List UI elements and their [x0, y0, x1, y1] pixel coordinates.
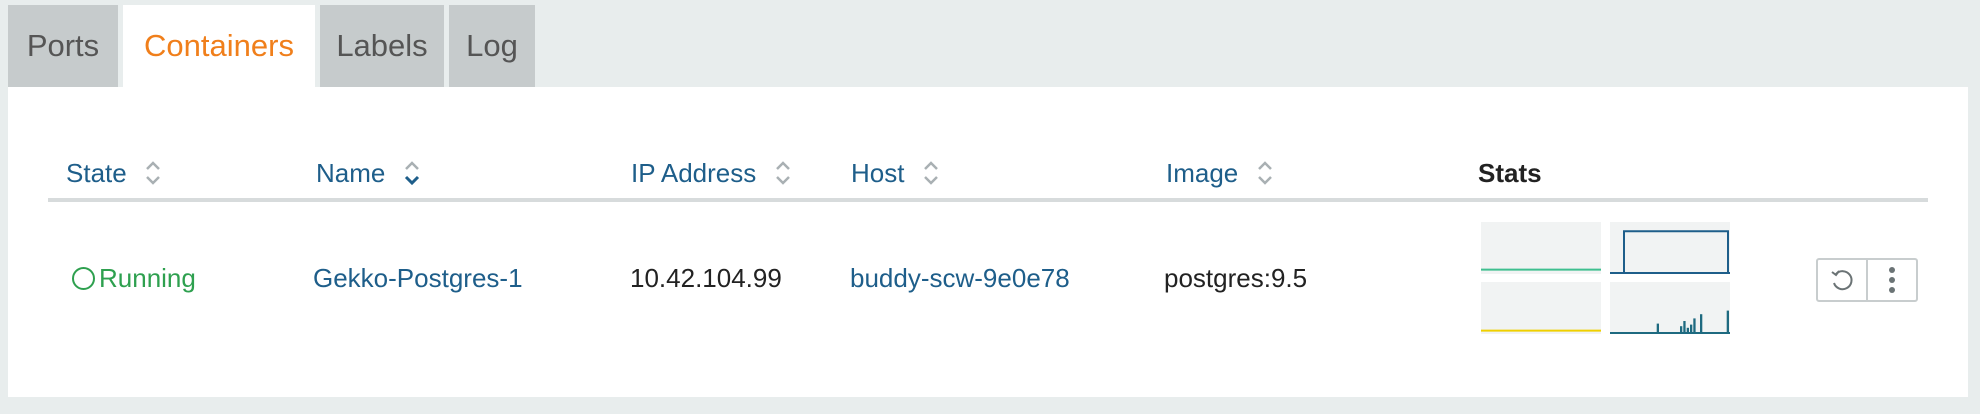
storage-bar	[1656, 323, 1659, 334]
column-header-ip-address[interactable]: IP Address	[631, 151, 792, 191]
tab-ports-label: Ports	[26, 28, 100, 63]
column-header-name[interactable]: Name	[316, 151, 421, 191]
more-actions-button[interactable]	[1866, 260, 1916, 300]
image-value: postgres:9.5	[1164, 263, 1308, 293]
state-cell: Running	[72, 258, 196, 298]
column-header-ip-label: IP Address	[631, 158, 757, 189]
running-status-icon	[72, 266, 95, 290]
container-name-link[interactable]: Gekko-Postgres-1	[313, 258, 523, 298]
storage-bar	[1686, 327, 1689, 334]
sort-icon	[144, 158, 162, 188]
tab-log[interactable]: Log	[449, 5, 535, 87]
containers-panel: State Name IP Address Host Image Stats R	[8, 87, 1968, 397]
column-header-state-label: State	[66, 158, 127, 189]
column-header-stats: Stats	[1478, 151, 1542, 191]
tab-containers[interactable]: Containers	[123, 5, 315, 88]
header-divider	[48, 198, 1928, 202]
tab-labels[interactable]: Labels	[320, 5, 444, 87]
state-label: Running	[99, 263, 196, 293]
sort-icon	[922, 158, 940, 188]
column-header-host[interactable]: Host	[851, 151, 940, 191]
tab-containers-label: Containers	[144, 28, 294, 63]
tab-ports[interactable]: Ports	[8, 5, 118, 87]
kebab-menu-icon	[1889, 267, 1895, 293]
storage-bar	[1700, 314, 1703, 334]
network-sparkline[interactable]	[1481, 282, 1601, 334]
restart-icon	[1831, 270, 1853, 291]
column-header-image-label: Image	[1166, 158, 1239, 189]
restart-button[interactable]	[1818, 260, 1866, 300]
sort-icon	[1256, 158, 1274, 188]
column-header-host-label: Host	[851, 158, 905, 189]
column-header-image[interactable]: Image	[1166, 151, 1274, 191]
ip-address-value: 10.42.104.99	[630, 263, 782, 293]
storage-bar	[1690, 324, 1693, 334]
cpu-sparkline[interactable]	[1481, 222, 1601, 274]
memory-sparkline[interactable]	[1610, 222, 1730, 274]
tab-log-label: Log	[466, 28, 518, 63]
column-header-name-label: Name	[316, 158, 386, 189]
column-header-state[interactable]: State	[66, 151, 162, 191]
storage-bar	[1726, 310, 1729, 334]
storage-bar	[1680, 326, 1683, 334]
tab-labels-label: Labels	[336, 28, 428, 63]
sort-descending-icon	[403, 158, 421, 188]
host-link[interactable]: buddy-scw-9e0e78	[850, 258, 1070, 298]
storage-bar	[1693, 318, 1696, 334]
storage-sparkline[interactable]	[1610, 282, 1730, 334]
memory-series-line	[1610, 230, 1729, 274]
sort-icon	[774, 158, 792, 188]
storage-bar	[1683, 321, 1686, 334]
column-header-stats-label: Stats	[1478, 158, 1542, 189]
row-actions	[1816, 258, 1918, 302]
